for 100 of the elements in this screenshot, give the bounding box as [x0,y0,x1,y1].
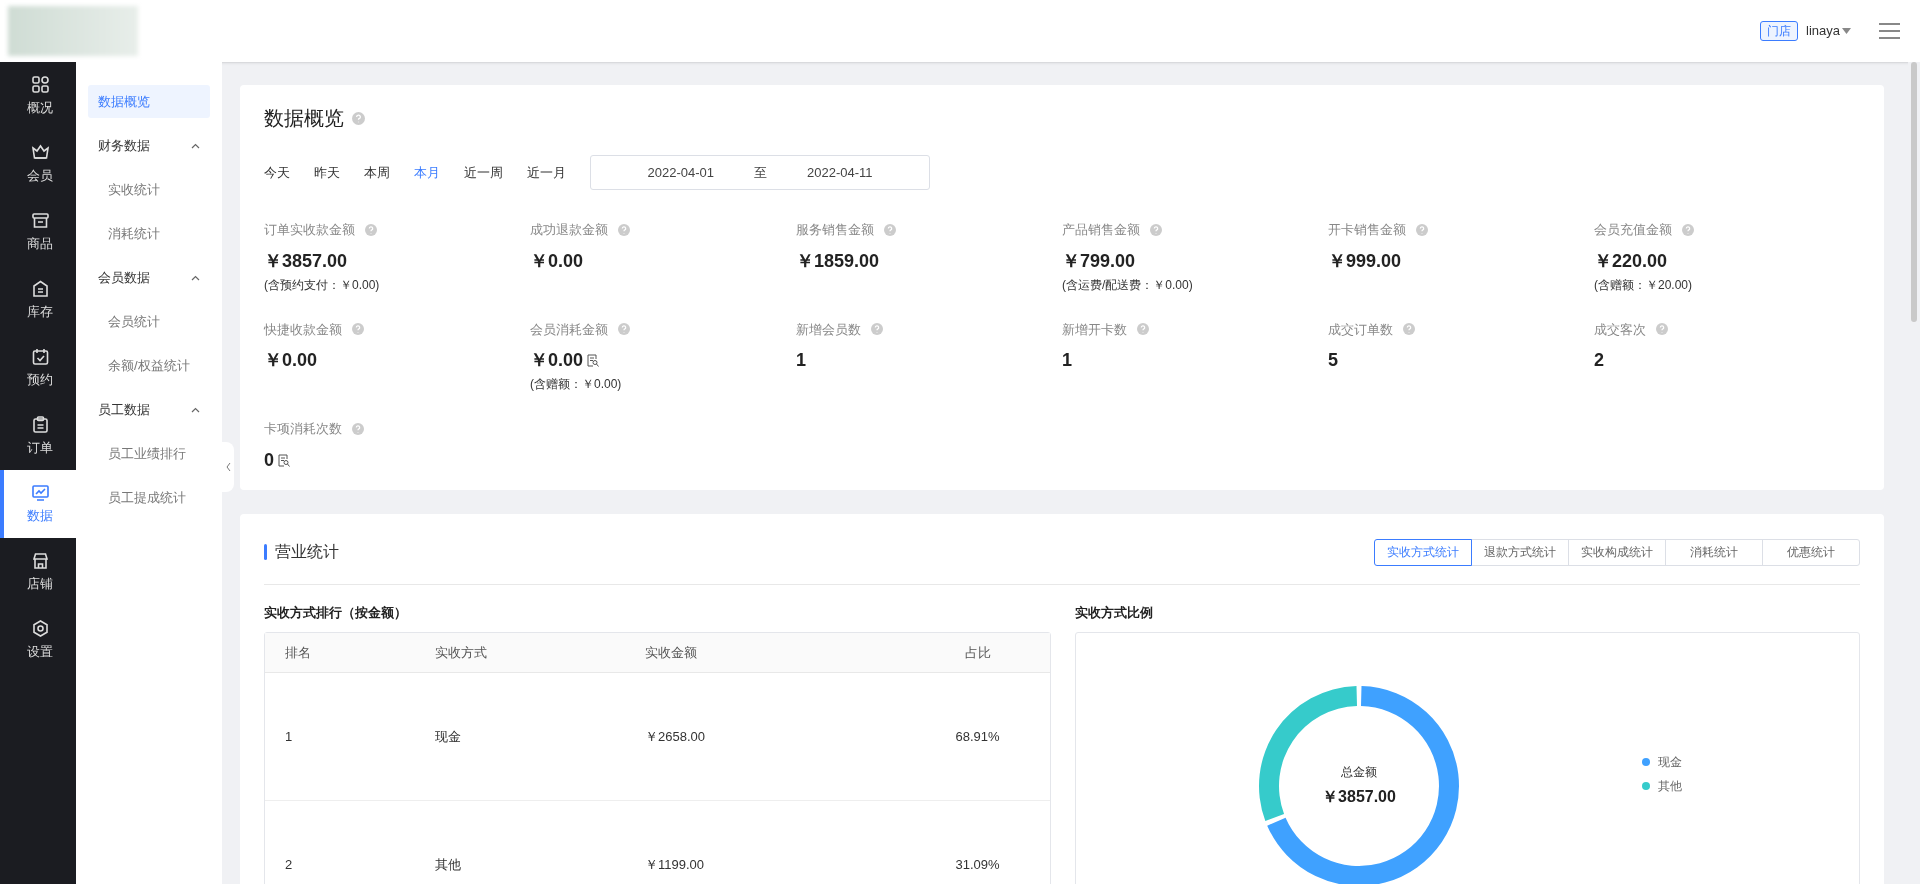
group-header[interactable]: 会员数据 [88,261,210,294]
stats-tab[interactable]: 退款方式统计 [1471,538,1569,566]
table-cell-text: ￥2658.00 [645,727,706,746]
nav-item[interactable]: 预约 [0,334,76,402]
legend-label: 其他 [1658,778,1682,795]
metric-value: 5 [1328,349,1338,372]
nav-item[interactable]: 库存 [0,266,76,334]
table-title: 实收方式排行（按金额） [264,603,408,622]
store-badge[interactable]: 门店 [1760,21,1799,41]
metric-note: (含赠额：￥0.00) [530,376,623,393]
document-search-icon[interactable] [278,453,290,467]
menu-icon[interactable] [1879,23,1900,39]
column-header: 实收方式 [435,643,488,662]
chevron-icon [191,142,200,149]
date-range-tab[interactable]: 今天 [264,162,290,183]
subnav-item[interactable]: 消耗统计 [88,217,210,250]
table-cell-text: 其他 [435,855,462,874]
metric-value: ￥220.00 [1594,249,1668,273]
metric-note: (含运费/配送费：￥0.00) [1062,276,1194,294]
nav-item[interactable]: 商品 [0,198,76,266]
metric-label: 成交订单数 [1328,320,1393,339]
nav-item[interactable]: 概况 [0,62,76,130]
grid-icon [30,74,50,94]
metric-value: 1 [1062,349,1072,372]
help-icon [1682,223,1694,236]
metric-value: ￥3857.00 [264,249,348,273]
clipboard-icon [30,414,50,434]
subnav-item[interactable]: 实收统计 [88,173,210,206]
table-cell-text: 现金 [435,727,462,746]
metric-value: ￥0.00 [264,349,318,372]
date-range-tab[interactable]: 本月 [414,162,440,183]
group-header[interactable]: 财务数据 [88,129,210,162]
nav-item[interactable]: 会员 [0,130,76,198]
nav-item[interactable]: 设置 [0,606,76,674]
metric-label: 订单实收款金额 [264,221,355,239]
subnav-item[interactable]: 余额/权益统计 [88,349,210,382]
stats-tab[interactable]: 优惠统计 [1762,538,1860,566]
date-range-tab[interactable]: 本周 [364,162,390,183]
subnav-item[interactable]: 员工业绩排行 [88,437,210,470]
table-cell-text: 2 [284,855,294,874]
metric-value: ￥0.00 [530,349,584,372]
page-title: 数据概览 [264,106,344,131]
house-icon [30,278,50,298]
stats-tab[interactable]: 消耗统计 [1665,538,1763,566]
metric-value: ￥0.00 [530,249,584,273]
metric-note: (含赠额：￥20.00) [1594,276,1694,294]
metric-label: 会员充值金额 [1594,221,1672,239]
subnav-item[interactable]: 员工提成统计 [88,481,210,514]
section-title: 营业统计 [275,542,339,562]
help-icon [352,111,365,125]
nav-item[interactable]: 数据 [0,470,76,538]
collapse-handle[interactable] [222,442,234,492]
help-icon [884,223,896,236]
help-icon [1137,323,1149,336]
table-cell-text: 1 [284,727,294,746]
metric-label: 开卡销售金额 [1328,221,1406,239]
table-cell-text: 31.09% [954,855,1001,874]
total-label: 总金额 [1341,764,1377,781]
help-icon [871,323,883,336]
column-header: 排名 [284,643,312,662]
caret-icon [1842,28,1851,34]
help-icon [618,323,630,336]
date-range-tab[interactable]: 近一周 [464,162,503,183]
stats-tab[interactable]: 实收方式统计 [1374,538,1472,566]
date-range-field[interactable]: 2022-04-01 至 2022-04-11 [590,155,930,190]
help-icon [352,323,364,336]
document-search-icon[interactable] [587,354,600,367]
stats-tab[interactable]: 实收构成统计 [1568,538,1666,566]
metric-label: 产品销售金额 [1062,221,1140,239]
calendar-check-icon [30,346,50,366]
help-icon [1403,323,1415,336]
crown-icon [30,142,50,162]
metric-label: 服务销售金额 [796,221,874,239]
date-range-tab[interactable]: 昨天 [314,162,340,183]
table-cell-text: 68.91% [954,727,1001,746]
metric-label: 成交客次 [1594,320,1646,339]
metric-label: 新增开卡数 [1062,320,1127,339]
help-icon [1150,223,1162,236]
group-header[interactable]: 员工数据 [88,393,210,426]
help-icon [1656,323,1668,336]
nav-item[interactable]: 店铺 [0,538,76,606]
chevron-icon [191,406,200,413]
nav-item[interactable]: 订单 [0,402,76,470]
metric-label: 卡项消耗次数 [264,420,342,438]
date-range-tab[interactable]: 近一月 [527,162,566,183]
title-accent [264,544,267,560]
user-menu[interactable]: linaya [1806,21,1851,41]
metric-note: (含预约支付：￥0.00) [264,276,381,294]
metric-label: 成功退款金额 [530,221,608,239]
metric-value: 1 [796,349,806,372]
metric-value: 0 [264,448,274,472]
help-icon [365,223,377,236]
subnav-item[interactable]: 数据概览 [88,85,210,118]
chart-monitor-icon [30,482,50,502]
legend-label: 现金 [1658,754,1682,771]
subnav-item[interactable]: 会员统计 [88,305,210,338]
box-icon [30,210,50,230]
metric-value: ￥999.00 [1328,249,1402,273]
column-header: 实收金额 [645,643,698,662]
chevron-icon [191,274,200,281]
